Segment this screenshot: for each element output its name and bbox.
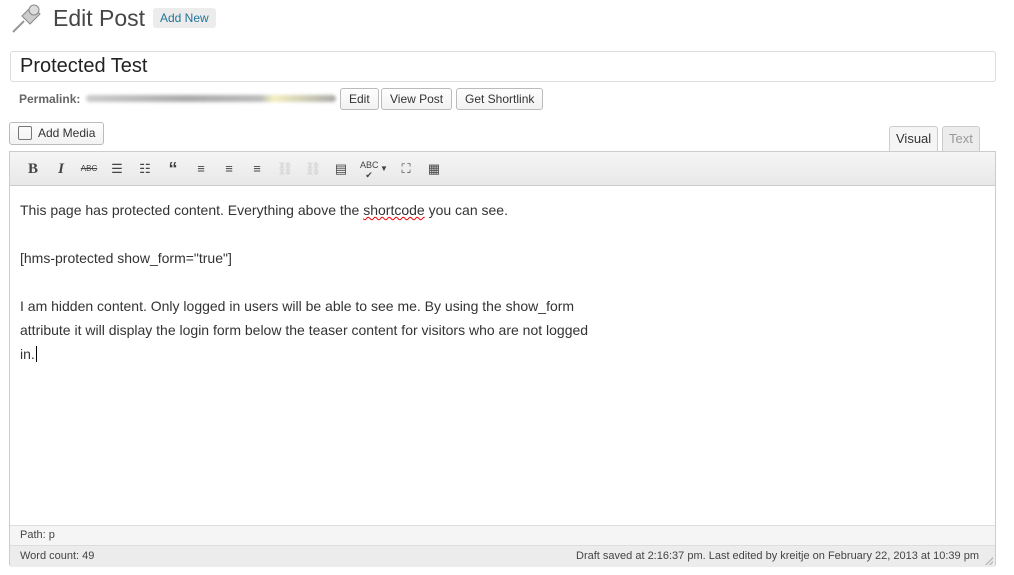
- paragraph: This page has protected content. Everyth…: [20, 202, 508, 218]
- align-center-icon[interactable]: ≡: [220, 160, 238, 178]
- strikethrough-icon[interactable]: ABC: [80, 160, 98, 178]
- editor: B I ABC ☰ ☷ “ ≡ ≡ ≡ ⛓ ⛓ ▤ ABC ✔ ▼ ⛶ ▦ Thi…: [9, 151, 996, 567]
- resize-handle[interactable]: [985, 557, 993, 565]
- view-post-button[interactable]: View Post: [381, 88, 453, 110]
- misspelled-word: shortcode: [363, 202, 425, 218]
- post-title-input[interactable]: Protected Test: [10, 51, 996, 82]
- unlink-icon[interactable]: ⛓: [304, 160, 322, 178]
- more-tag-icon[interactable]: ▤: [332, 160, 350, 178]
- align-left-icon[interactable]: ≡: [192, 160, 210, 178]
- numbered-list-icon[interactable]: ☷: [136, 160, 154, 178]
- draft-status: Draft saved at 2:16:37 pm. Last edited b…: [576, 550, 979, 562]
- permalink-url[interactable]: [86, 95, 336, 102]
- add-new-button[interactable]: Add New: [153, 8, 216, 28]
- status-bar: Word count: 49 Draft saved at 2:16:37 pm…: [10, 545, 995, 567]
- edit-permalink-button[interactable]: Edit: [340, 88, 379, 110]
- kitchen-sink-icon[interactable]: ▦: [425, 160, 443, 178]
- get-shortlink-button[interactable]: Get Shortlink: [456, 88, 544, 110]
- pushpin-icon: [12, 4, 41, 33]
- italic-icon[interactable]: I: [52, 160, 70, 178]
- fullscreen-icon[interactable]: ⛶: [397, 160, 415, 178]
- shortcode: [hms-protected show_form="true"]: [20, 250, 232, 266]
- paragraph: I am hidden content. Only logged in user…: [20, 298, 589, 362]
- editor-toolbar: B I ABC ☰ ☷ “ ≡ ≡ ≡ ⛓ ⛓ ▤ ABC ✔ ▼ ⛶ ▦: [10, 152, 995, 186]
- bullet-list-icon[interactable]: ☰: [108, 160, 126, 178]
- tab-text[interactable]: Text: [942, 126, 980, 152]
- media-icon: [18, 126, 32, 140]
- editor-content[interactable]: This page has protected content. Everyth…: [20, 198, 620, 390]
- spellcheck-icon[interactable]: ABC ✔: [360, 160, 379, 180]
- page-title: Edit Post: [53, 5, 146, 31]
- tab-visual[interactable]: Visual: [889, 126, 939, 153]
- add-media-button[interactable]: Add Media: [9, 122, 105, 145]
- path-bar: Path: p: [10, 525, 995, 545]
- word-count: Word count: 49: [20, 550, 95, 562]
- add-media-label: Add Media: [38, 126, 96, 140]
- bold-icon[interactable]: B: [24, 160, 42, 178]
- text-cursor: [35, 346, 37, 362]
- link-icon[interactable]: ⛓: [276, 160, 294, 178]
- blockquote-icon[interactable]: “: [164, 160, 182, 178]
- align-right-icon[interactable]: ≡: [248, 160, 266, 178]
- permalink-label: Permalink:: [19, 92, 81, 106]
- chevron-down-icon[interactable]: ▼: [379, 160, 389, 178]
